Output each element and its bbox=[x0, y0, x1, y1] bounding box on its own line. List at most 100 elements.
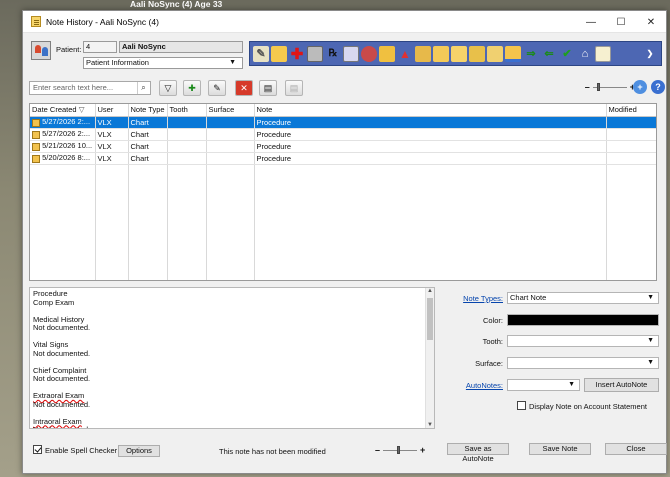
chart-icon[interactable] bbox=[343, 45, 359, 62]
surface-label: Surface: bbox=[475, 359, 503, 368]
edit-icon: ✎ bbox=[213, 82, 221, 93]
zoom-slider[interactable] bbox=[592, 82, 627, 91]
column-header-date[interactable]: Date Created ▽ bbox=[30, 104, 96, 117]
surface-select[interactable]: ▼ bbox=[507, 357, 659, 369]
column-header-note[interactable]: Note bbox=[254, 104, 607, 117]
table-cell-date: 5/20/2026 8:... bbox=[30, 152, 96, 165]
box-icon[interactable] bbox=[415, 45, 431, 62]
red-cross-icon[interactable]: ✚ bbox=[289, 46, 305, 63]
patient-number-field[interactable]: 4 bbox=[83, 41, 117, 53]
note-types-link[interactable]: Note Types: bbox=[443, 294, 503, 303]
display-note-checkbox[interactable] bbox=[517, 401, 526, 410]
empty-row bbox=[30, 272, 656, 280]
empty-row bbox=[30, 212, 656, 224]
patient-info-select[interactable]: Patient Information ▼ bbox=[83, 57, 243, 69]
note-line: Not documented. bbox=[33, 348, 91, 358]
background-patient-title: Aali NoSync (4) Age 33 bbox=[130, 0, 223, 9]
folder-blue-icon[interactable] bbox=[505, 45, 521, 62]
funnel-icon: ▽ bbox=[164, 82, 172, 93]
folder-check-icon[interactable] bbox=[469, 45, 485, 62]
empty-row bbox=[30, 164, 656, 176]
rx-icon[interactable]: ℞ bbox=[325, 46, 341, 62]
table-cell-note: Procedure bbox=[254, 128, 607, 141]
close-window-button[interactable]: ✕ bbox=[636, 11, 666, 33]
color-swatch[interactable] bbox=[507, 314, 659, 326]
scroll-up-icon[interactable]: ▲ bbox=[427, 288, 433, 294]
table-row[interactable]: 5/27/2026 2:... VLX Chart Procedure bbox=[30, 116, 656, 129]
export-icon[interactable]: ⇒ bbox=[523, 46, 539, 62]
folder-stack-icon[interactable] bbox=[433, 45, 449, 62]
folder-tab-icon[interactable] bbox=[451, 45, 467, 62]
import-icon[interactable]: ⇐ bbox=[541, 46, 557, 62]
patient-info-select-value: Patient Information bbox=[86, 58, 149, 67]
printer-icon[interactable] bbox=[307, 45, 323, 62]
scroll-down-icon[interactable]: ▼ bbox=[427, 422, 433, 428]
column-header-surface[interactable]: Surface bbox=[206, 104, 255, 117]
flask-icon[interactable]: ▲ bbox=[397, 46, 413, 62]
note-zoom-slider[interactable] bbox=[383, 445, 418, 454]
table-cell-date: 5/21/2026 10... bbox=[30, 140, 96, 153]
tooth-icon[interactable] bbox=[361, 45, 377, 62]
table-cell-surface bbox=[206, 140, 255, 153]
tooth-select[interactable]: ▼ bbox=[507, 335, 659, 347]
note-types-select[interactable]: Chart Note ▼ bbox=[507, 292, 659, 304]
column-header-note-type[interactable]: Note Type bbox=[128, 104, 168, 117]
column-header-tooth[interactable]: Tooth bbox=[167, 104, 207, 117]
column-header-modified[interactable]: Modified bbox=[606, 104, 656, 117]
search-input[interactable]: Enter search text here... bbox=[29, 81, 151, 95]
table-row[interactable]: 5/20/2026 8:... VLX Chart Procedure bbox=[30, 152, 656, 165]
autonotes-link[interactable]: AutoNotes: bbox=[443, 381, 503, 390]
note-line: Chief Complaint bbox=[33, 365, 87, 375]
note-row-icon bbox=[32, 130, 40, 139]
table-row[interactable]: 5/21/2026 10... VLX Chart Procedure bbox=[30, 140, 656, 153]
note-zoom-in-icon[interactable]: + bbox=[420, 445, 425, 455]
note-line bbox=[33, 333, 431, 342]
table-cell-note: Procedure bbox=[254, 140, 607, 153]
save-as-autonote-button[interactable]: Save as AutoNote bbox=[447, 443, 509, 463]
folder-icon[interactable] bbox=[271, 45, 287, 62]
note-line bbox=[33, 307, 431, 316]
zoom-out-icon[interactable]: – bbox=[585, 82, 590, 92]
spell-checker-checkbox[interactable] bbox=[33, 445, 42, 454]
empty-row bbox=[30, 224, 656, 236]
document-icon[interactable] bbox=[595, 45, 611, 62]
autonotes-select[interactable]: ▼ bbox=[507, 379, 580, 391]
print-note-button[interactable]: ▤ bbox=[259, 80, 277, 96]
house-icon[interactable]: ⌂ bbox=[577, 46, 593, 62]
table-row[interactable]: 5/27/2026 2:... VLX Chart Procedure bbox=[30, 128, 656, 141]
folder-open-icon[interactable] bbox=[379, 45, 395, 62]
printer-icon: ▤ bbox=[263, 82, 273, 93]
window-title: Note History - Aali NoSync (4) bbox=[46, 16, 159, 27]
note-zoom-out-icon[interactable]: – bbox=[375, 445, 380, 455]
search-icon[interactable]: ⌕ bbox=[137, 82, 149, 94]
scroll-right-icon[interactable]: ❯ bbox=[642, 46, 658, 62]
note-row-icon bbox=[32, 142, 40, 151]
help-icon[interactable]: ? bbox=[651, 80, 665, 94]
print-disabled-button[interactable]: ▤ bbox=[285, 80, 303, 96]
add-circle-icon[interactable]: + bbox=[633, 80, 647, 94]
approve-icon[interactable]: ✔ bbox=[559, 46, 575, 62]
options-button[interactable]: Options bbox=[118, 445, 160, 457]
book-icon[interactable] bbox=[487, 45, 503, 62]
family-patient-icon[interactable] bbox=[31, 41, 51, 60]
add-icon: ✚ bbox=[188, 82, 196, 93]
add-note-button[interactable]: ✚ bbox=[183, 80, 201, 96]
chevron-down-icon: ▼ bbox=[647, 359, 654, 366]
table-cell-surface bbox=[206, 128, 255, 141]
edit-note-button[interactable]: ✎ bbox=[208, 80, 226, 96]
display-note-label: Display Note on Account Statement bbox=[529, 402, 647, 411]
note-scrollbar[interactable]: ▲ ▼ bbox=[425, 288, 434, 428]
close-button[interactable]: Close bbox=[605, 443, 667, 455]
filter-button[interactable]: ▽ bbox=[159, 80, 177, 96]
delete-note-button[interactable]: ✕ bbox=[235, 80, 253, 96]
color-label: Color: bbox=[482, 316, 503, 325]
column-header-user[interactable]: User bbox=[95, 104, 129, 117]
note-text-area[interactable]: Procedure Comp Exam Medical History Not doc… bbox=[29, 287, 435, 429]
maximize-button[interactable]: ☐ bbox=[606, 11, 636, 33]
minimize-button[interactable]: — bbox=[576, 11, 606, 33]
note-line: Extraoral Exam bbox=[33, 391, 85, 400]
save-note-button[interactable]: Save Note bbox=[529, 443, 591, 455]
insert-autonote-button[interactable]: Insert AutoNote bbox=[584, 378, 659, 392]
pen-icon[interactable]: ✎ bbox=[253, 45, 269, 62]
empty-row bbox=[30, 200, 656, 212]
